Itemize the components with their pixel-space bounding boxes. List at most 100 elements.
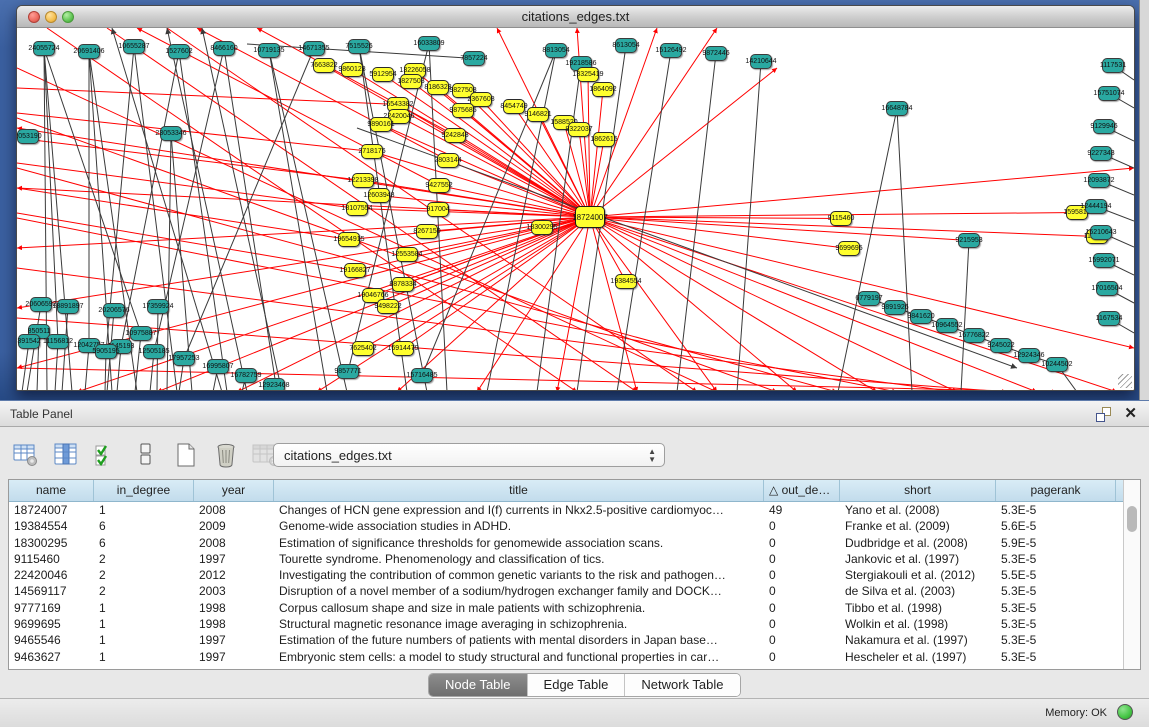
graph-node[interactable]: 1827503 bbox=[400, 74, 422, 89]
window-titlebar[interactable]: citations_edges.txt bbox=[17, 6, 1134, 28]
table-row[interactable]: 1830029562008Estimation of significance … bbox=[9, 535, 1123, 551]
graph-edge[interactable] bbox=[17, 368, 1057, 390]
select-rows-icon[interactable] bbox=[92, 441, 120, 469]
graph-edge[interactable] bbox=[17, 188, 349, 240]
graph-edge[interactable] bbox=[17, 88, 398, 105]
window-resize-grip[interactable] bbox=[1118, 374, 1132, 388]
memory-status-icon[interactable] bbox=[1117, 704, 1133, 720]
graph-node[interactable]: 2053190 bbox=[17, 129, 39, 144]
tab-network-table[interactable]: Network Table bbox=[625, 674, 739, 696]
table-row[interactable]: 2242004622012Investigating the contribut… bbox=[9, 567, 1123, 583]
graph-node[interactable]: 9891926 bbox=[884, 300, 906, 315]
graph-node[interactable]: 12213398 bbox=[352, 173, 374, 188]
graph-node[interactable]: 19384554 bbox=[615, 274, 637, 289]
graph-node[interactable]: 16782759 bbox=[235, 368, 257, 383]
table-select-dropdown[interactable]: citations_edges.txt ▲▼ bbox=[273, 443, 665, 467]
tab-edge-table[interactable]: Edge Table bbox=[528, 674, 626, 696]
table-row[interactable]: 969969511998Structural magnetic resonanc… bbox=[9, 616, 1123, 632]
graph-edge[interactable] bbox=[961, 241, 969, 391]
graph-edge[interactable] bbox=[590, 217, 1134, 348]
table-scrollbar[interactable] bbox=[1123, 480, 1140, 669]
graph-node[interactable]: 12923468 bbox=[263, 378, 285, 390]
graph-edge[interactable] bbox=[590, 168, 1134, 217]
graph-node[interactable]: 17016504 bbox=[1096, 281, 1118, 296]
graph-node[interactable]: 10719135 bbox=[258, 43, 280, 58]
graph-node[interactable]: 1167534 bbox=[1098, 311, 1120, 326]
graph-node[interactable]: 10964552 bbox=[936, 318, 958, 333]
column-header-year[interactable]: year bbox=[194, 480, 274, 501]
close-panel-icon[interactable]: ✕ bbox=[1124, 405, 1137, 423]
graph-node[interactable]: 18107554 bbox=[346, 201, 368, 216]
graph-node[interactable]: 13325419 bbox=[577, 67, 599, 82]
graph-node[interactable]: 9841620 bbox=[910, 309, 932, 324]
graph-node[interactable]: 8878334 bbox=[392, 277, 414, 292]
graph-node[interactable]: 18300295 bbox=[531, 220, 553, 235]
graph-node[interactable]: 9890161 bbox=[370, 117, 392, 132]
graph-edge[interactable] bbox=[737, 62, 761, 391]
graph-node[interactable]: 10975887 bbox=[130, 326, 152, 341]
graph-node[interactable]: 17359924 bbox=[147, 299, 169, 314]
graph-edge[interactable] bbox=[179, 52, 227, 391]
graph-node[interactable]: 7857224 bbox=[463, 51, 485, 66]
column-header-out_de[interactable]: △ out_de… bbox=[764, 480, 840, 501]
table-row[interactable]: 1872400712008Changes of HCN gene express… bbox=[9, 502, 1123, 518]
table-row[interactable]: 911546021997Tourette syndrome. Phenomeno… bbox=[9, 551, 1123, 567]
graph-edge[interactable] bbox=[135, 334, 141, 391]
graph-node[interactable]: 16648784 bbox=[886, 101, 908, 116]
graph-node[interactable]: 12444194 bbox=[1085, 199, 1107, 214]
graph-edge[interactable] bbox=[167, 28, 247, 390]
graph-node[interactable]: 16033809 bbox=[418, 36, 440, 51]
graph-node[interactable]: 9872446 bbox=[705, 46, 727, 61]
graph-node-hub[interactable]: 18724007 bbox=[575, 206, 605, 228]
graph-node[interactable]: 9129946 bbox=[1093, 119, 1115, 134]
graph-node[interactable]: 23053346 bbox=[160, 126, 182, 141]
graph-node[interactable]: 15992071 bbox=[1093, 253, 1115, 268]
graph-node[interactable]: 19654915 bbox=[338, 232, 360, 247]
graph-edge[interactable] bbox=[590, 68, 777, 217]
new-table-icon[interactable] bbox=[172, 441, 200, 469]
graph-node[interactable]: 12553584 bbox=[396, 247, 418, 262]
graph-node[interactable]: 20606592 bbox=[30, 297, 52, 312]
graph-node[interactable]: 8454749 bbox=[503, 99, 525, 114]
graph-node[interactable]: 9242848 bbox=[444, 128, 466, 143]
graph-node[interactable]: 9215953 bbox=[958, 233, 980, 248]
graph-node[interactable]: 16914479 bbox=[392, 341, 414, 356]
graph-node[interactable]: 24055724 bbox=[33, 41, 55, 56]
float-panel-icon[interactable] bbox=[1096, 407, 1111, 422]
graph-edge[interactable] bbox=[17, 163, 357, 209]
graph-node[interactable]: 8267150 bbox=[416, 224, 438, 239]
column-header-in_degree[interactable]: in_degree bbox=[94, 480, 194, 501]
graph-node[interactable]: 7625402 bbox=[352, 341, 374, 356]
graph-edge[interactable] bbox=[590, 28, 717, 217]
graph-edge[interactable] bbox=[590, 217, 969, 241]
graph-node[interactable]: 9699695 bbox=[838, 241, 860, 256]
graph-edge[interactable] bbox=[17, 168, 837, 390]
graph-edge[interactable] bbox=[897, 109, 912, 391]
table-row[interactable]: 946554611997Estimation of the future num… bbox=[9, 632, 1123, 648]
graph-node[interactable]: 18891897 bbox=[57, 299, 79, 314]
graph-node[interactable]: 9857771 bbox=[337, 364, 359, 379]
graph-node[interactable]: 9498222 bbox=[377, 299, 399, 314]
column-header-name[interactable]: name bbox=[9, 480, 94, 501]
graph-edge[interactable] bbox=[17, 138, 363, 181]
graph-node[interactable]: 7515526 bbox=[348, 39, 370, 54]
graph-node[interactable]: 5912954 bbox=[372, 67, 394, 82]
graph-node[interactable]: 12603948 bbox=[368, 188, 390, 203]
graph-node[interactable]: 19166827 bbox=[344, 263, 366, 278]
table-row[interactable]: 946362711997Embryonic stem cells: a mode… bbox=[9, 649, 1123, 665]
graph-node[interactable]: 8322037 bbox=[568, 122, 590, 137]
graph-node[interactable]: 12924346 bbox=[1018, 348, 1040, 363]
graph-node[interactable]: 8466160 bbox=[213, 41, 235, 56]
graph-node[interactable]: 14671355 bbox=[303, 41, 325, 56]
graph-node[interactable]: 10244502 bbox=[1046, 357, 1068, 372]
graph-node[interactable]: 9146821 bbox=[527, 107, 549, 122]
column-header-title[interactable]: title bbox=[274, 480, 764, 501]
graph-node[interactable]: 11156812 bbox=[47, 334, 69, 349]
graph-node[interactable]: 8186328 bbox=[427, 80, 449, 95]
graph-node[interactable]: 8613054 bbox=[615, 38, 637, 53]
table-settings-icon[interactable] bbox=[12, 441, 40, 469]
graph-node[interactable]: 1527602 bbox=[168, 44, 190, 59]
graph-node[interactable]: 12505185 bbox=[143, 344, 165, 359]
graph-node[interactable]: 2803144 bbox=[437, 153, 459, 168]
table-row[interactable]: 1938455462009Genome-wide association stu… bbox=[9, 518, 1123, 534]
